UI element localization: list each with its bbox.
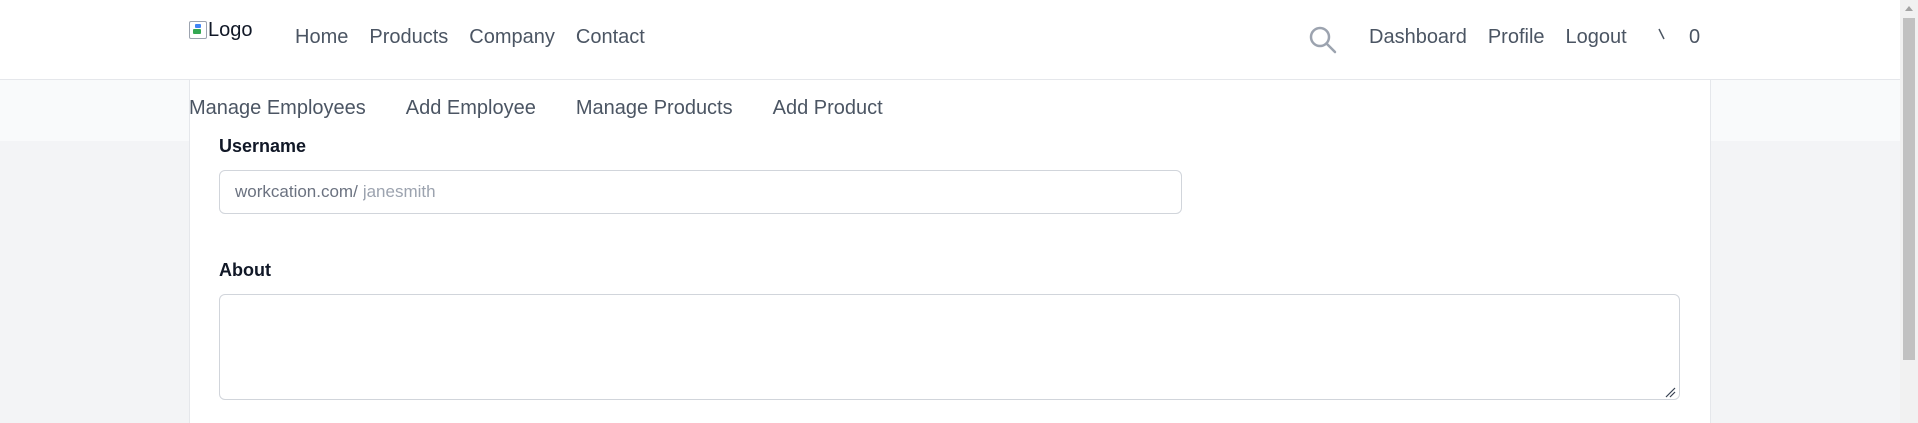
nav-home[interactable]: Home bbox=[295, 26, 348, 49]
cart-icon[interactable] bbox=[1656, 27, 1670, 47]
nav-profile[interactable]: Profile bbox=[1488, 26, 1545, 49]
nav-logout[interactable]: Logout bbox=[1566, 26, 1627, 49]
subnav-manage-products[interactable]: Manage Products bbox=[576, 97, 733, 120]
search-icon[interactable] bbox=[1309, 26, 1337, 54]
vertical-scrollbar[interactable] bbox=[1900, 0, 1918, 423]
scroll-thumb[interactable] bbox=[1903, 18, 1915, 360]
subnav-manage-employees[interactable]: Manage Employees bbox=[189, 97, 366, 120]
username-label: Username bbox=[219, 136, 307, 156]
username-prefix: workcation.com/ bbox=[235, 182, 358, 201]
subnav-add-product[interactable]: Add Product bbox=[773, 97, 883, 120]
about-textarea[interactable] bbox=[219, 294, 1680, 400]
about-label: About bbox=[219, 260, 271, 280]
username-field[interactable]: workcation.com/ bbox=[219, 170, 1182, 214]
nav-products[interactable]: Products bbox=[369, 26, 448, 49]
scroll-up-arrow-icon[interactable] bbox=[1905, 6, 1913, 11]
user-nav: Dashboard Profile Logout bbox=[1369, 26, 1648, 49]
username-input[interactable] bbox=[362, 182, 1181, 202]
nav-company[interactable]: Company bbox=[469, 26, 555, 49]
top-navbar: Logo Home Products Company Contact Dashb… bbox=[0, 0, 1900, 80]
main-nav: Home Products Company Contact bbox=[295, 26, 666, 49]
logo-alt-text: Logo bbox=[208, 19, 253, 41]
nav-dashboard[interactable]: Dashboard bbox=[1369, 26, 1467, 49]
logo[interactable]: Logo bbox=[189, 19, 253, 49]
subnav-add-employee[interactable]: Add Employee bbox=[406, 97, 536, 120]
broken-image-icon bbox=[189, 21, 207, 39]
cart-count: 0 bbox=[1689, 26, 1701, 48]
resize-grip-icon[interactable] bbox=[1664, 386, 1676, 398]
admin-subnav: Manage Employees Add Employee Manage Pro… bbox=[189, 97, 923, 120]
nav-contact[interactable]: Contact bbox=[576, 26, 645, 49]
